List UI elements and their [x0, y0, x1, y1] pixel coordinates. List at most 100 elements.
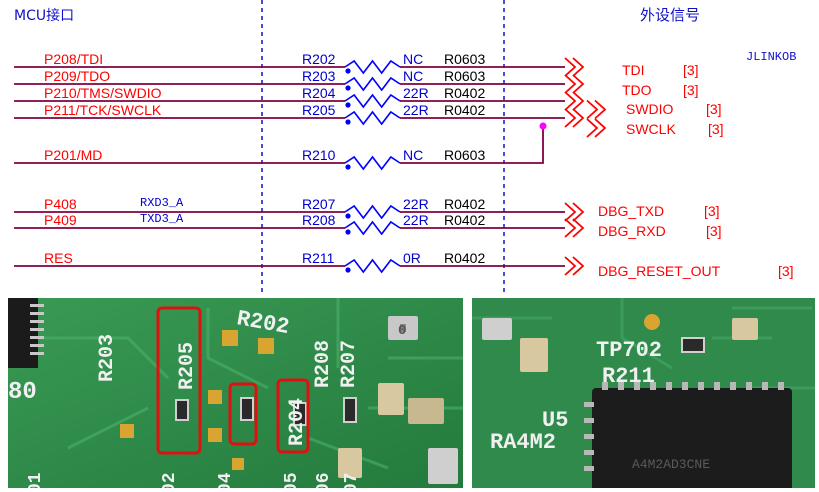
silk-r205: R205	[176, 342, 199, 390]
pcb-photo-right: TP702 R211 U5 RA4M2 A4M2AD3CNE	[472, 298, 815, 488]
pin-dot	[345, 213, 351, 219]
silk-01: 01	[26, 472, 46, 488]
resistor-symbol	[344, 59, 401, 75]
silk-r211: R211	[602, 364, 655, 389]
signal-page-ref: [3]	[683, 82, 699, 98]
resistor-ref: R203	[302, 68, 336, 84]
signal-name: DBG_RESET_OUT	[598, 263, 721, 279]
resistor-package: R0603	[444, 51, 485, 67]
ic-marking: A4M2AD3CNE	[632, 457, 710, 472]
off-page-connector	[564, 218, 585, 238]
silk-ra4m2: RA4M2	[490, 430, 556, 455]
silk-06: 06	[314, 472, 334, 488]
mcu-pin-label: P210/TMS/SWDIO	[44, 85, 162, 101]
resistor-package: R0402	[444, 250, 485, 266]
off-page-connector	[564, 74, 585, 94]
resistor-value: NC	[403, 68, 423, 84]
resistor-package: R0402	[444, 212, 485, 228]
silk-tp702: TP702	[596, 338, 662, 363]
silk-r203: R203	[96, 334, 119, 382]
resistor-symbol	[344, 155, 401, 171]
off-page-connector	[586, 118, 607, 138]
resistor-ref: R210	[302, 147, 336, 163]
resistor-package: R0402	[444, 196, 485, 212]
mcu-pin-label: P211/TCK/SWCLK	[44, 102, 162, 118]
resistor-value: 22R	[403, 102, 429, 118]
resistor-symbol	[344, 258, 401, 274]
resistor-package: R0402	[444, 102, 485, 118]
resistor-symbol	[344, 76, 401, 92]
signal-page-ref: [3]	[704, 203, 720, 219]
silk-r208: R208	[312, 340, 335, 388]
alt-function-label: TXD3_A	[140, 212, 184, 226]
mcu-pin-label: P409	[44, 212, 77, 228]
silk-04: 04	[216, 472, 236, 488]
resistor-symbol	[344, 220, 401, 236]
mcu-pin-label: P201/MD	[44, 147, 102, 163]
pin-dot	[345, 68, 351, 74]
resistor-package: R0402	[444, 85, 485, 101]
off-page-connector	[564, 256, 585, 276]
net-rows: P208/TDI R202 NC R0603 TDI [3] P209/TDO R203 NC R…	[14, 51, 794, 279]
resistor-package: R0603	[444, 68, 485, 84]
off-page-connector	[586, 99, 607, 120]
resistor-symbol	[344, 110, 401, 126]
mcu-pin-label: P208/TDI	[44, 51, 103, 67]
resistor-package: R0603	[444, 147, 485, 163]
silk-r204: R204	[286, 398, 309, 446]
silk-r207: R207	[338, 340, 361, 388]
alt-function-label: RXD3_A	[140, 196, 184, 210]
mcu-interface-title: MCU接口	[14, 7, 74, 24]
resistor-value: NC	[403, 147, 423, 163]
silk-80: 80	[8, 379, 37, 406]
pcb-photo-left: R202 R203 R205 R204 R208 R207 80 02 04 0…	[8, 298, 463, 488]
off-page-connector	[564, 57, 585, 77]
resistor-value: 22R	[403, 212, 429, 228]
signal-page-ref: [3]	[683, 62, 699, 78]
mcu-pin-label: RES	[44, 250, 73, 266]
silk-05: 05	[282, 472, 302, 488]
pin-dot	[345, 267, 351, 273]
resistor-symbol	[344, 93, 401, 109]
schematic-diagram: MCU接口 外设信号 JLINKOB P208/TDI R202 NC R0603 TD…	[14, 0, 796, 295]
resistor-value: NC	[403, 51, 423, 67]
resistor-value: 22R	[403, 196, 429, 212]
resistor-symbol	[344, 204, 401, 220]
pin-dot	[345, 85, 351, 91]
signal-name: TDO	[622, 82, 652, 98]
pin-dot	[345, 102, 351, 108]
signal-name: SWDIO	[626, 101, 674, 117]
signal-page-ref: [3]	[708, 121, 724, 137]
silk-02: 02	[160, 472, 180, 488]
off-page-connector	[564, 108, 585, 128]
signal-page-ref: [3]	[706, 101, 722, 117]
mcu-pin-label: P408	[44, 196, 77, 212]
resistor-value: 22R	[403, 85, 429, 101]
resistor-ref: R202	[302, 51, 336, 67]
silk-07: 07	[342, 472, 362, 488]
resistor-ref: R205	[302, 102, 336, 118]
ic-ra4m2	[592, 388, 792, 488]
junction-dot	[539, 122, 547, 130]
resistor-value: 0R	[403, 250, 421, 266]
pin-dot	[345, 164, 351, 170]
pin-dot	[345, 119, 351, 125]
signal-name: DBG_TXD	[598, 203, 664, 219]
signal-name: DBG_RXD	[598, 223, 666, 239]
md-junction-wire	[500, 126, 544, 164]
signal-page-ref: [3]	[706, 223, 722, 239]
resistor-ref: R207	[302, 196, 336, 212]
pin-dot	[345, 229, 351, 235]
resistor-ref: R204	[302, 85, 336, 101]
off-page-connector	[564, 202, 585, 222]
peripheral-signals-title: 外设信号	[640, 6, 700, 24]
jlinkob-label: JLINKOB	[746, 50, 796, 64]
off-page-connector	[564, 91, 585, 111]
signal-name: SWCLK	[626, 121, 676, 137]
resistor-ref: R211	[302, 250, 335, 266]
signal-name: TDI	[622, 62, 645, 78]
resistor-ref: R208	[302, 212, 336, 228]
silk-0: 0	[398, 323, 406, 339]
mcu-pin-label: P209/TDO	[44, 68, 110, 84]
signal-page-ref: [3]	[778, 263, 794, 279]
